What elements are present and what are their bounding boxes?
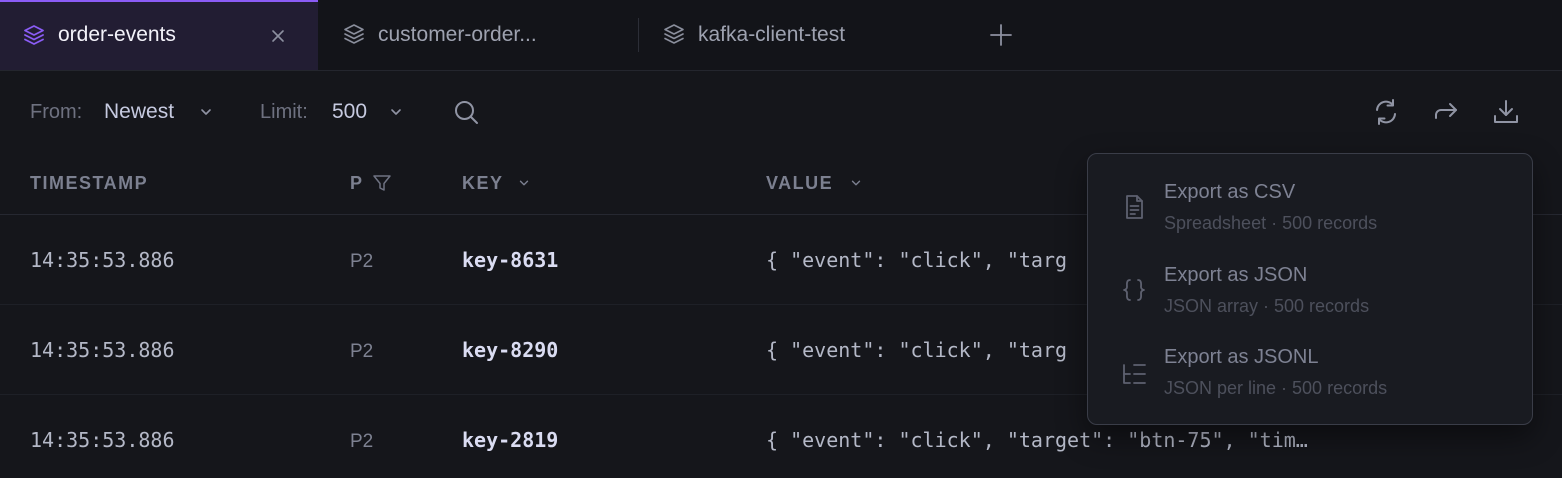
key-cell: key-8290 — [462, 338, 559, 362]
export-item-title: Export as CSV — [1164, 181, 1296, 203]
key-cell: key-2819 — [462, 428, 559, 452]
tab-customer-orders[interactable]: customer-order... — [320, 0, 638, 70]
layers-icon — [344, 24, 364, 44]
export-csv-item[interactable]: Export as CSV Spreadsheet · 500 records — [1088, 165, 1532, 247]
braces-icon — [1123, 279, 1145, 301]
value-cell: { "event": "click", "targ — [766, 248, 1068, 272]
refresh-icon[interactable] — [1372, 98, 1400, 126]
export-item-subtitle: JSON per line · 500 records — [1164, 378, 1388, 398]
tab-order-events[interactable]: order-events — [0, 0, 318, 70]
chevron-down-icon[interactable] — [198, 104, 214, 120]
chevron-down-icon[interactable] — [517, 176, 531, 190]
layers-icon — [664, 24, 684, 44]
search-icon[interactable] — [452, 98, 480, 126]
timestamp-cell: 14:35:53.886 — [30, 428, 175, 452]
value-cell: { "event": "click", "targ — [766, 338, 1068, 362]
export-menu: Export as CSV Spreadsheet · 500 records … — [1087, 153, 1533, 425]
file-text-icon — [1126, 195, 1143, 219]
column-header-partition[interactable]: P — [350, 173, 364, 194]
tab-label: customer-order... — [378, 23, 537, 46]
list-tree-icon — [1123, 364, 1146, 384]
timestamp-cell: 14:35:53.886 — [30, 248, 175, 272]
forward-icon[interactable] — [1432, 98, 1460, 126]
timestamp-cell: 14:35:53.886 — [30, 338, 175, 362]
limit-select[interactable]: 500 — [332, 100, 367, 124]
download-icon[interactable] — [1492, 98, 1520, 126]
partition-cell: P2 — [350, 251, 374, 272]
export-item-subtitle: Spreadsheet · 500 records — [1164, 213, 1378, 233]
export-item-title: Export as JSONL — [1164, 346, 1319, 368]
partition-cell: P2 — [350, 341, 374, 362]
partition-cell: P2 — [350, 431, 374, 452]
tab-bar: order-events customer-order... kafka-cli… — [0, 0, 1562, 71]
add-tab-icon[interactable] — [988, 22, 1014, 48]
export-jsonl-item[interactable]: Export as JSONL JSON per line · 500 reco… — [1088, 330, 1532, 412]
export-json-item[interactable]: Export as JSON JSON array · 500 records — [1088, 248, 1532, 330]
limit-label: Limit: — [260, 101, 308, 123]
from-select[interactable]: Newest — [104, 100, 174, 124]
value-cell: { "event": "click", "target": "btn-75", … — [766, 428, 1308, 452]
tab-kafka-client-test[interactable]: kafka-client-test — [640, 0, 958, 70]
chevron-down-icon[interactable] — [849, 176, 863, 190]
tab-divider — [638, 18, 639, 52]
chevron-down-icon[interactable] — [388, 104, 404, 120]
export-item-subtitle: JSON array · 500 records — [1164, 296, 1370, 316]
tab-label: order-events — [58, 23, 176, 46]
tab-label: kafka-client-test — [698, 23, 846, 46]
column-header-key[interactable]: KEY — [462, 173, 504, 194]
export-item-title: Export as JSON — [1164, 264, 1308, 286]
filter-icon[interactable] — [372, 173, 392, 193]
key-cell: key-8631 — [462, 248, 559, 272]
from-label: From: — [30, 101, 83, 123]
close-icon[interactable] — [268, 26, 288, 46]
column-header-value[interactable]: VALUE — [766, 173, 833, 194]
column-header-timestamp[interactable]: TIMESTAMP — [30, 173, 148, 194]
layers-icon — [24, 25, 44, 45]
